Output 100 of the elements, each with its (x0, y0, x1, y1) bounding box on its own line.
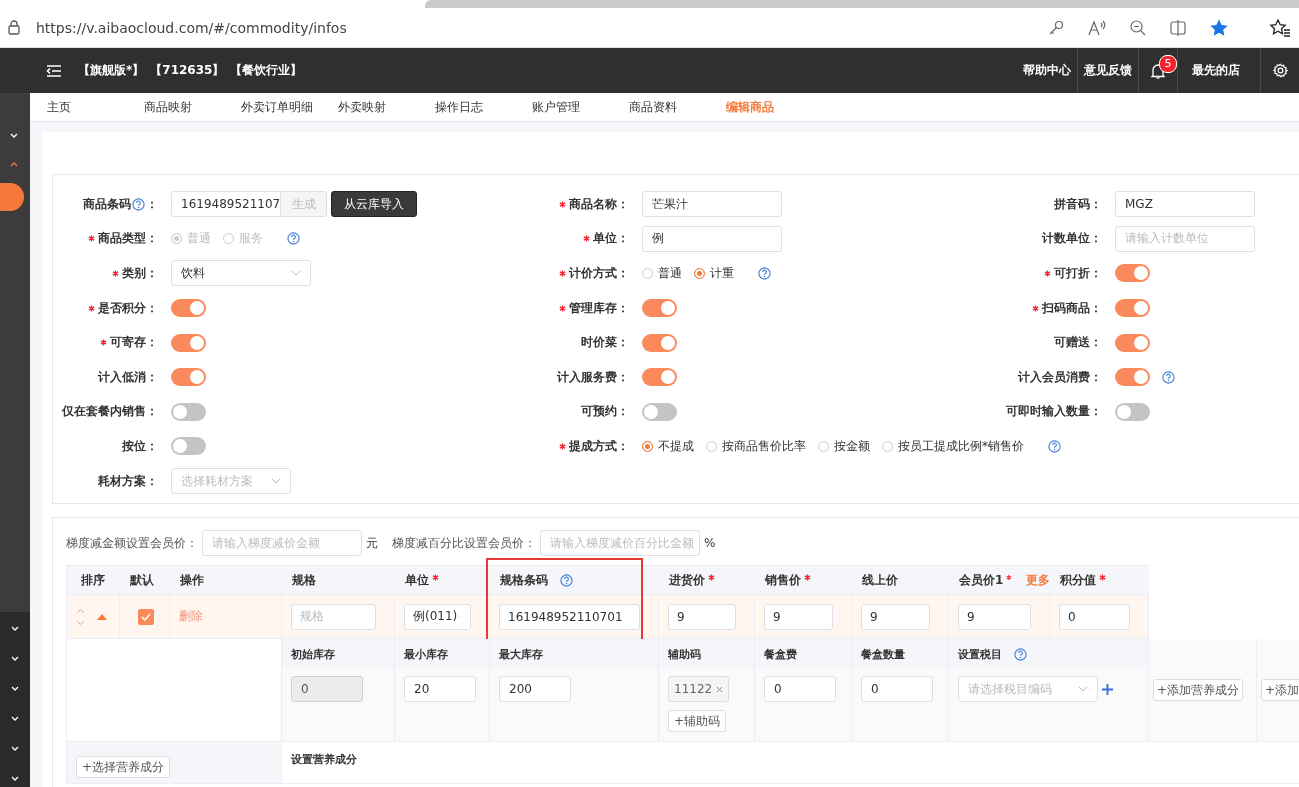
active-menu-item[interactable] (0, 183, 24, 211)
radio-button[interactable] (642, 440, 653, 452)
field-label: 扫码商品： (1042, 299, 1102, 317)
radio-button[interactable] (694, 268, 705, 279)
chevron-down-icon[interactable] (10, 133, 18, 139)
toggle-switch[interactable] (1115, 333, 1150, 352)
import-button[interactable]: 从云库导入 (331, 191, 417, 218)
input-field[interactable]: 9 (668, 603, 736, 630)
key-icon[interactable] (1047, 18, 1065, 37)
page-tab[interactable]: 账户管理 (515, 98, 612, 116)
chevron-down-icon (1078, 686, 1088, 693)
column-header: 最大库存 (499, 646, 543, 662)
field-label: 计入服务费： (557, 368, 629, 386)
toggle-switch[interactable] (642, 368, 677, 387)
input-field[interactable]: 20 (404, 676, 476, 703)
help-icon[interactable] (758, 267, 771, 280)
toggle-switch[interactable] (642, 333, 677, 352)
input-field[interactable]: 9 (861, 603, 930, 630)
toggle-switch[interactable] (642, 299, 677, 318)
move-up-icon[interactable] (76, 607, 85, 614)
radio-button[interactable] (882, 440, 893, 452)
text-field[interactable]: 芒果汁 (642, 191, 782, 218)
toggle-switch[interactable] (1115, 264, 1150, 283)
text-field[interactable]: MGZ (1115, 191, 1255, 218)
input-field[interactable]: 0 (1059, 603, 1130, 630)
unit-select[interactable]: 例(011) (404, 603, 471, 630)
page-tab[interactable]: 商品映射 (127, 98, 224, 116)
help-icon[interactable] (1048, 439, 1061, 453)
chevron-down-icon[interactable] (11, 716, 19, 722)
toggle-switch[interactable] (171, 402, 206, 421)
chevron-down-icon[interactable] (11, 776, 19, 782)
page-tab[interactable]: 主页 (30, 98, 127, 116)
radio-label: 普通 (187, 230, 211, 248)
field-label: 时价菜： (581, 334, 629, 352)
move-top-icon[interactable] (97, 613, 107, 620)
radio-button[interactable] (642, 268, 653, 279)
toggle-switch[interactable] (171, 333, 206, 352)
input-field[interactable]: 161948952110701 (499, 603, 640, 630)
help-icon[interactable] (560, 573, 573, 587)
toggle-switch[interactable] (171, 368, 206, 387)
select-field[interactable]: 饮料 (171, 260, 311, 287)
lock-icon (8, 20, 20, 35)
column-header: 初始库存 (291, 646, 335, 662)
help-icon[interactable] (1014, 647, 1027, 661)
toggle-switch[interactable] (642, 402, 677, 421)
chevron-down-icon (291, 270, 301, 277)
chevron-down-icon[interactable] (11, 626, 19, 632)
text-field[interactable]: 例 (642, 225, 782, 252)
toggle-switch[interactable] (1115, 402, 1150, 421)
bell-icon[interactable] (1151, 62, 1165, 79)
page-tab[interactable]: 操作日志 (418, 98, 515, 116)
notification-count: 5 (1159, 55, 1177, 73)
menu-icon[interactable] (46, 64, 62, 77)
input-field[interactable]: 9 (764, 603, 833, 630)
add-nutrition-button[interactable]: +添加营养成分 (1153, 679, 1244, 702)
split-screen-icon[interactable] (1169, 18, 1187, 37)
chevron-down-icon (271, 478, 281, 485)
chevron-down-icon[interactable] (11, 656, 19, 662)
add-nutrition-button[interactable]: +添加 (1261, 679, 1299, 702)
field-label: 单位： (593, 230, 629, 248)
page-tab[interactable]: 外卖映射 (321, 98, 418, 116)
label-colon: ： (146, 195, 158, 213)
select-nutrition-button[interactable]: +选择营养成分 (76, 756, 171, 779)
column-header: 最小库存 (404, 646, 448, 662)
radio-label: 按员工提成比例*销售价 (898, 437, 1024, 455)
input-field[interactable]: 9 (958, 603, 1031, 630)
input-field[interactable]: 200 (499, 676, 571, 703)
unit-label: % (704, 536, 716, 551)
move-down-icon[interactable] (76, 619, 85, 626)
chevron-down-icon[interactable] (11, 746, 19, 752)
help-center-link[interactable]: 帮助中心 (1017, 48, 1077, 93)
read-aloud-icon[interactable] (1087, 18, 1107, 37)
add-code-button[interactable]: +辅助码 (668, 710, 727, 733)
column-header: 会员价1 (959, 571, 1004, 589)
field-label: 可预约： (581, 403, 629, 421)
radio-button[interactable] (706, 440, 717, 452)
close-icon[interactable] (716, 685, 724, 693)
default-checkbox[interactable] (138, 608, 154, 625)
help-icon[interactable] (132, 197, 145, 211)
field-label: 可赠送： (1054, 334, 1102, 352)
page-tab[interactable]: 外卖订单明细 (224, 98, 321, 116)
toggle-switch[interactable] (1115, 299, 1150, 318)
favorites-icon[interactable] (1269, 17, 1291, 38)
zoom-out-icon[interactable] (1129, 18, 1147, 37)
column-header: 餐盒数量 (861, 646, 905, 662)
input-field[interactable]: 0 (764, 676, 836, 703)
page-tab[interactable]: 商品资料 (612, 98, 709, 116)
toggle-switch[interactable] (1115, 368, 1150, 387)
add-icon[interactable] (1102, 683, 1113, 695)
column-header: 规格 (292, 571, 316, 589)
chevron-up-icon[interactable] (10, 161, 18, 167)
column-header: 销售价 (765, 571, 801, 589)
settings-icon[interactable] (1272, 63, 1288, 78)
toggle-switch[interactable] (171, 437, 206, 456)
radio-button[interactable] (818, 440, 829, 452)
chevron-down-icon[interactable] (11, 686, 19, 692)
toggle-switch[interactable] (171, 299, 206, 318)
input-field[interactable]: 0 (861, 676, 933, 703)
help-icon[interactable] (1162, 370, 1175, 384)
code-tag: 11122 (668, 676, 730, 703)
